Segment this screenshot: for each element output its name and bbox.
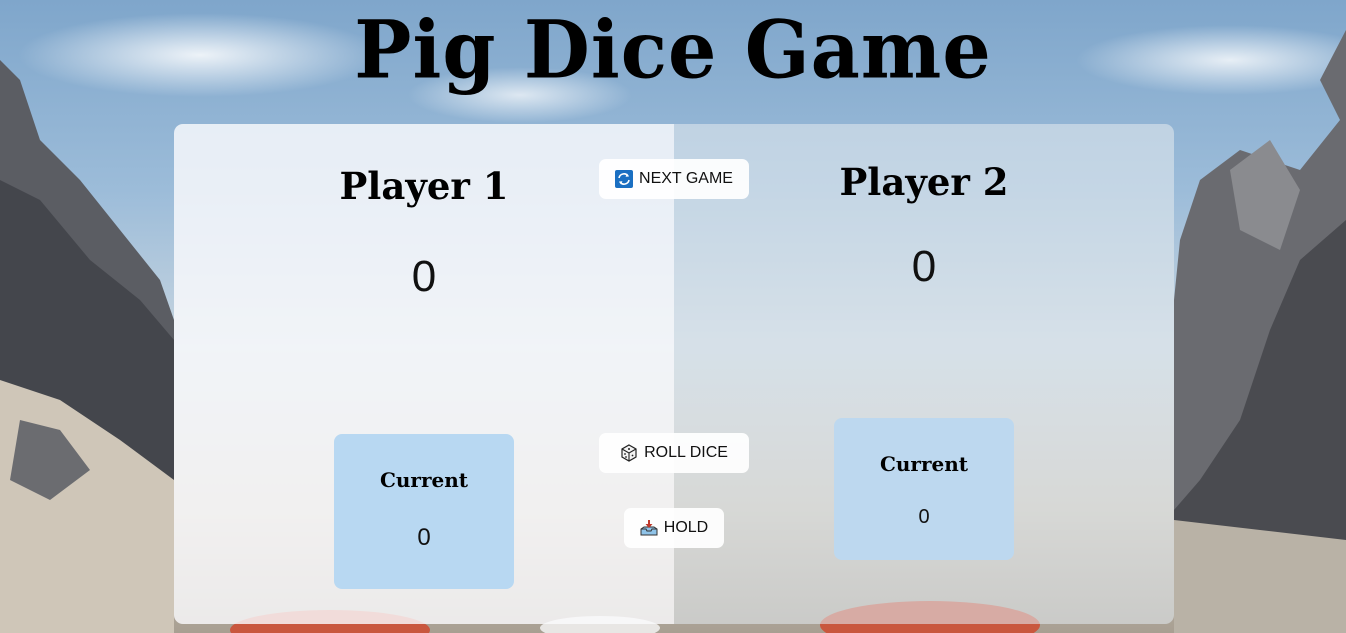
roll-dice-label: ROLL DICE bbox=[644, 444, 728, 461]
player-2-name: Player 2 bbox=[839, 160, 1009, 204]
player-1-panel: Player 1 0 Current 0 bbox=[174, 124, 674, 624]
player-1-current-label: Current bbox=[379, 468, 469, 492]
player-2-current-box: Current 0 bbox=[834, 418, 1014, 560]
inbox-tray-icon bbox=[640, 519, 658, 537]
hold-label: HOLD bbox=[663, 519, 709, 536]
player-2-score: 0 bbox=[911, 242, 937, 291]
repeat-icon bbox=[615, 170, 634, 188]
next-game-button[interactable]: NEXT GAME bbox=[599, 159, 749, 199]
roll-dice-button[interactable]: ROLL DICE bbox=[599, 433, 749, 473]
player-1-current-value: 0 bbox=[417, 524, 431, 551]
player-1-score: 0 bbox=[411, 252, 437, 301]
player-2-current-label: Current bbox=[879, 452, 969, 476]
next-game-label: NEXT GAME bbox=[639, 170, 733, 187]
page-title: Pig Dice Game bbox=[354, 2, 992, 97]
player-2-current-value: 0 bbox=[918, 506, 930, 528]
dice-icon bbox=[620, 444, 638, 462]
hold-button[interactable]: HOLD bbox=[624, 508, 724, 548]
player-2-panel: Player 2 0 Current 0 bbox=[674, 124, 1174, 624]
player-1-current-box: Current 0 bbox=[334, 434, 514, 589]
game-board: Player 1 0 Current 0 Player 2 0 Current … bbox=[174, 124, 1174, 624]
